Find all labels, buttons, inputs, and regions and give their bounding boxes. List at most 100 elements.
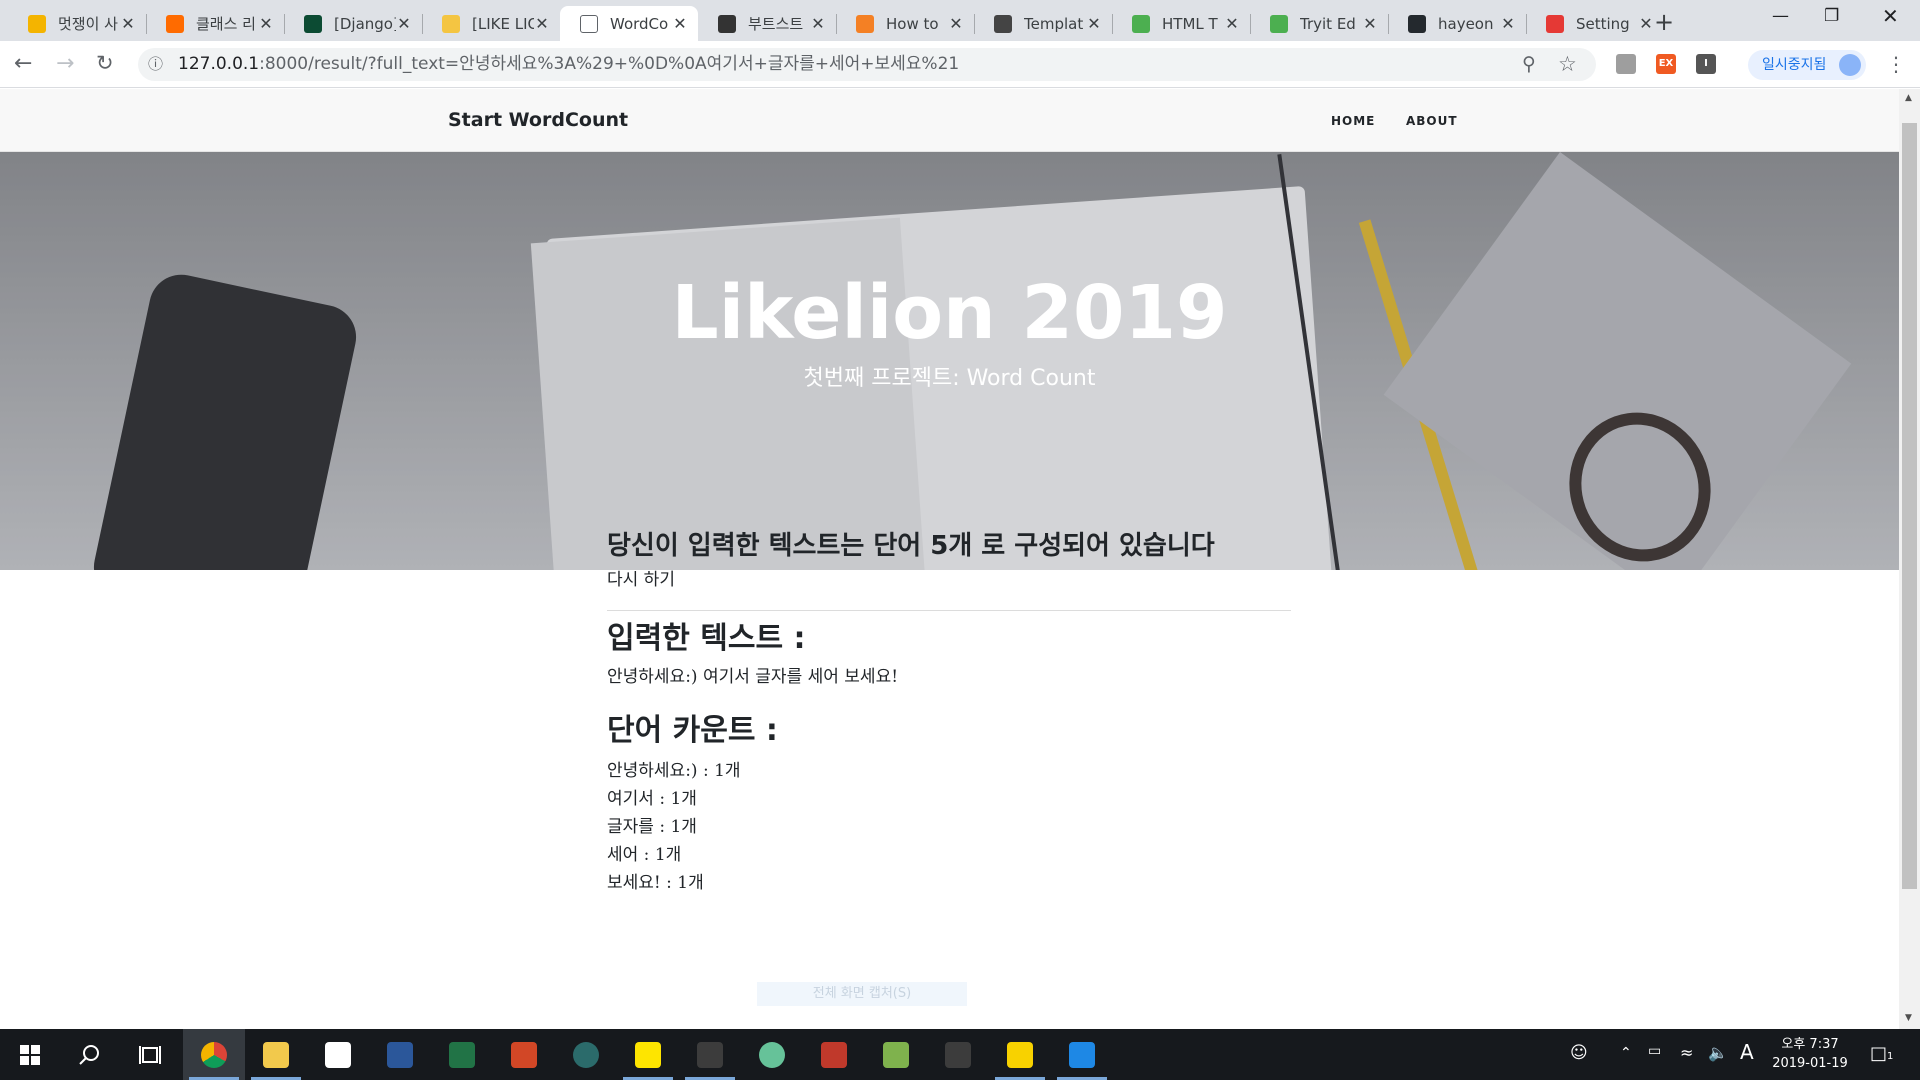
tab-label: Templat [1024, 14, 1084, 33]
list-item: 글자를 : 1개 [607, 817, 697, 837]
tab-close-icon[interactable]: ✕ [672, 14, 688, 33]
extension-ex-icon[interactable]: EX [1656, 54, 1676, 74]
result-content: 당신이 입력한 텍스트는 단어 5개 로 구성되어 있습니다 다시 하기 입력한… [607, 526, 1291, 897]
browser-tab[interactable]: Setting ✕ [1526, 6, 1664, 41]
chrome-icon[interactable] [183, 1029, 245, 1080]
browser-tab[interactable]: HTML T ✕ [1112, 6, 1250, 41]
browser-tab[interactable]: How to ✕ [836, 6, 974, 41]
tab-close-icon[interactable]: ✕ [810, 14, 826, 33]
browser-tab[interactable]: 부트스트 ✕ [698, 6, 836, 41]
forward-icon[interactable]: → [56, 51, 74, 76]
kakaotalk-icon[interactable] [617, 1029, 679, 1080]
file-explorer-icon[interactable] [245, 1029, 307, 1080]
search-icon[interactable] [60, 1029, 120, 1080]
w3schools-icon [1132, 14, 1150, 33]
wifi-icon[interactable]: ≈ [1680, 1043, 1693, 1062]
browser-tab[interactable]: [Django] ✕ [284, 6, 422, 41]
task-view-icon[interactable] [120, 1029, 180, 1080]
reload-icon[interactable]: ↻ [96, 51, 114, 75]
scroll-up-icon[interactable]: ▲ [1905, 93, 1912, 103]
people-icon[interactable]: ☺ [1570, 1043, 1588, 1063]
app-glyph [573, 1041, 599, 1068]
tray-chevron-icon[interactable]: ⌃ [1620, 1045, 1632, 1061]
tab-close-icon[interactable]: ✕ [1224, 14, 1240, 33]
input-text-heading: 입력한 텍스트 : [607, 621, 806, 656]
app-glyph [325, 1041, 351, 1068]
bookmark-star-icon[interactable]: ☆ [1558, 48, 1577, 81]
app-circle-icon[interactable] [555, 1029, 617, 1080]
tab-close-icon[interactable]: ✕ [948, 14, 964, 33]
hero-title: Likelion 2019 [671, 270, 1228, 356]
more-menu-icon[interactable]: ⋮ [1886, 52, 1906, 76]
retry-link[interactable]: 다시 하기 [607, 568, 1291, 592]
back-icon[interactable]: ← [14, 51, 32, 76]
browser-tab[interactable]: [LIKE LIO ✕ [422, 6, 560, 41]
start-windows-icon[interactable] [0, 1029, 60, 1080]
address-bar[interactable]: ⓘ 127.0.0.1:8000/result/?full_text=안녕하세요… [138, 48, 1596, 81]
tab-separator [1526, 14, 1527, 34]
maximize-window-icon[interactable]: ❐ [1824, 6, 1839, 26]
browser-tab[interactable]: Templat ✕ [974, 6, 1112, 41]
git-icon[interactable] [865, 1029, 927, 1080]
zoom-icon[interactable]: ⚲ [1522, 48, 1536, 81]
battery-icon[interactable]: ▭ [1648, 1043, 1661, 1059]
tab-separator [284, 14, 285, 34]
tab-close-icon[interactable]: ✕ [1086, 14, 1102, 33]
scroll-down-icon[interactable]: ▼ [1905, 1013, 1912, 1023]
sticky-notes-icon[interactable] [989, 1029, 1051, 1080]
browser-tab[interactable]: 멋쟁이 사 ✕ [8, 6, 146, 41]
system-clock[interactable]: 오후 7:37 2019-01-19 [1766, 1035, 1854, 1073]
word-icon[interactable] [369, 1029, 431, 1080]
tab-close-icon[interactable]: ✕ [1500, 14, 1516, 33]
hero-subtitle: 첫번째 프로젝트: Word Count [803, 366, 1096, 391]
powerpoint-icon[interactable] [493, 1029, 555, 1080]
site-info-icon[interactable]: ⓘ [148, 48, 168, 81]
extension-i-icon[interactable]: I [1696, 54, 1716, 74]
avatar [1839, 54, 1861, 76]
browser-tab[interactable]: 클래스 리 ✕ [146, 6, 284, 41]
scrollbar-thumb[interactable] [1902, 123, 1917, 889]
capture-tooltip: 전체 화면 캡처(S) [757, 982, 967, 1006]
minimize-window-icon[interactable]: — [1772, 6, 1789, 26]
lion-icon [442, 14, 460, 33]
hero-banner: Likelion 2019 첫번째 프로젝트: Word Count [0, 152, 1899, 570]
app-glyph [883, 1041, 909, 1068]
tab-close-icon[interactable]: ✕ [396, 14, 412, 33]
tab-label: 부트스트 [748, 15, 804, 33]
site-brand[interactable]: Start WordCount [448, 109, 628, 131]
tab-close-icon[interactable]: ✕ [258, 14, 274, 33]
nav-about-link[interactable]: ABOUT [1406, 114, 1458, 128]
volume-icon[interactable]: 🔈 [1708, 1043, 1728, 1062]
tab-close-icon[interactable]: ✕ [1638, 14, 1654, 33]
tab-close-icon[interactable]: ✕ [1362, 14, 1378, 33]
tab-label: WordCo [610, 14, 669, 33]
tab-label: [LIKE LIO [472, 14, 534, 33]
page-scrollbar[interactable]: ▲ ▼ [1899, 89, 1920, 1029]
notification-icon[interactable]: □1 [1870, 1043, 1893, 1064]
tab-label: Setting [1576, 14, 1630, 33]
tab-close-icon[interactable]: ✕ [120, 14, 136, 33]
mail-icon[interactable] [307, 1029, 369, 1080]
atom-icon[interactable] [741, 1029, 803, 1080]
app-glyph [945, 1041, 971, 1068]
cmd-icon[interactable] [927, 1029, 989, 1080]
terminal-icon[interactable] [679, 1029, 741, 1080]
profile-button[interactable]: 일시중지됨 [1748, 50, 1866, 80]
close-window-icon[interactable]: ✕ [1882, 4, 1899, 28]
z-icon [1546, 14, 1564, 33]
extension-bar-icon[interactable] [1616, 54, 1636, 74]
stackoverflow-icon [856, 14, 874, 33]
app-glyph [821, 1041, 847, 1068]
browser-tab[interactable]: WordCo ✕ [560, 6, 698, 41]
tab-separator [146, 14, 147, 34]
browser-tab[interactable]: hayeon ✕ [1388, 6, 1526, 41]
paint-icon[interactable] [803, 1029, 865, 1080]
tab-close-icon[interactable]: ✕ [534, 14, 550, 33]
vscode-icon[interactable] [1051, 1029, 1113, 1080]
excel-icon[interactable] [431, 1029, 493, 1080]
ime-indicator[interactable]: A [1740, 1040, 1754, 1064]
tab-label: How to [886, 14, 939, 33]
browser-tab[interactable]: Tryit Ed ✕ [1250, 6, 1388, 41]
word-count-heading: 단어 카운트 : [607, 713, 778, 748]
nav-home-link[interactable]: HOME [1331, 114, 1375, 128]
